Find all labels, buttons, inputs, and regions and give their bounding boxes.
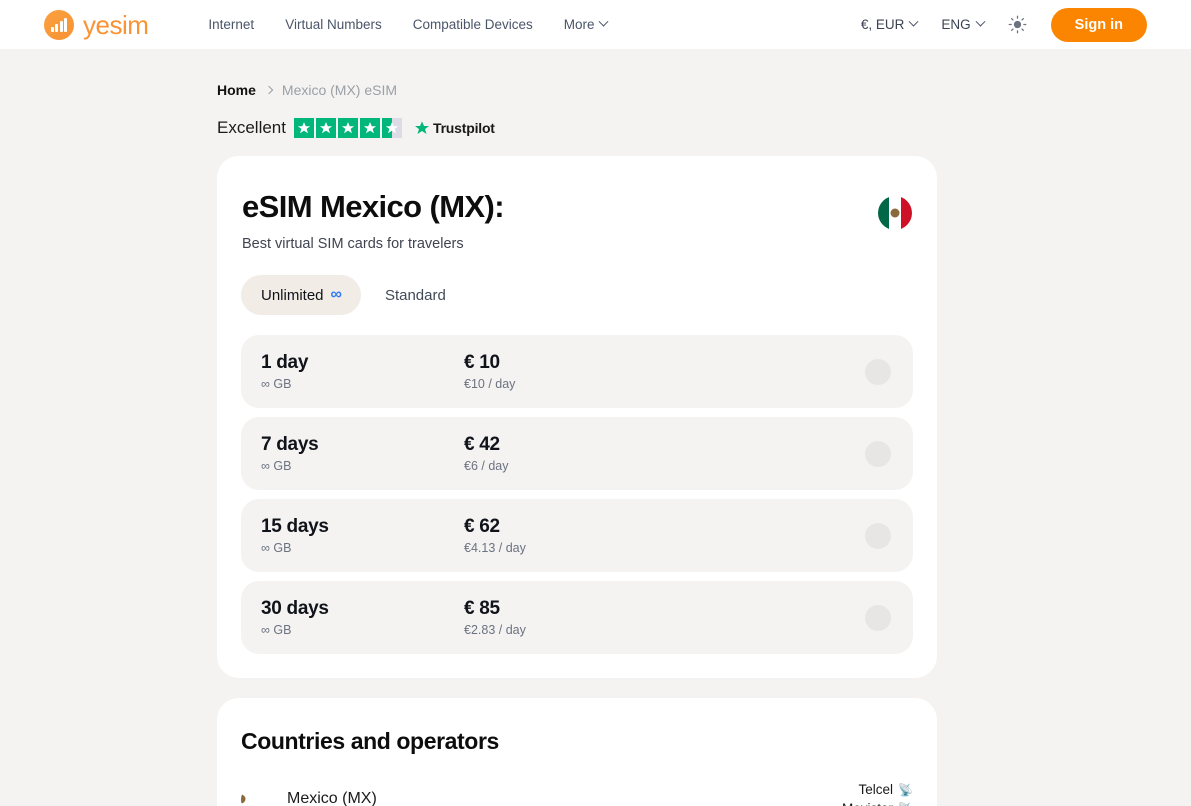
country-name: Mexico (MX) — [287, 790, 377, 806]
chevron-right-icon — [265, 86, 273, 94]
nav-item-more[interactable]: More — [564, 17, 607, 32]
plan-radio-button[interactable] — [865, 359, 891, 385]
page-title: eSIM Mexico (MX): — [242, 190, 504, 224]
header-actions: €, EUR ENG Sign in — [861, 8, 1147, 42]
plan-price-group: € 62 €4.13 / day — [464, 516, 865, 555]
countries-and-operators-card: Countries and operators Mexico (MX) Telc… — [217, 698, 937, 806]
chevron-down-icon — [909, 17, 919, 27]
breadcrumb-home-link[interactable]: Home — [217, 82, 256, 98]
plan-radio-button[interactable] — [865, 605, 891, 631]
antenna-tower-icon: 📡 — [898, 784, 913, 796]
countries-section-title: Countries and operators — [241, 728, 913, 755]
tab-unlimited[interactable]: Unlimited ∞ — [241, 275, 361, 315]
plan-price-per-day: €4.13 / day — [464, 541, 865, 555]
trustpilot-brand: Trustpilot — [414, 120, 495, 136]
language-selector[interactable]: ENG — [941, 17, 983, 32]
plan-duration-group: 15 days ∞ GB — [261, 516, 464, 555]
tab-label: Unlimited — [261, 287, 324, 304]
trustpilot-star-icon — [414, 120, 430, 136]
plan-card-header: eSIM Mexico (MX): Best virtual SIM cards… — [241, 190, 913, 252]
plan-data-amount: ∞ GB — [261, 541, 464, 555]
yesim-bars-icon — [44, 10, 74, 40]
logo-wordmark: yesim — [83, 12, 148, 38]
nav-label: Compatible Devices — [413, 17, 533, 32]
star-half-icon — [382, 118, 402, 138]
plan-list: 1 day ∞ GB € 10 €10 / day 7 days ∞ GB € … — [241, 335, 913, 654]
plan-duration: 1 day — [261, 352, 464, 374]
page-subtitle: Best virtual SIM cards for travelers — [242, 236, 504, 252]
plan-price: € 85 — [464, 598, 865, 620]
plan-row[interactable]: 7 days ∞ GB € 42 €6 / day — [241, 417, 913, 490]
language-value: ENG — [941, 17, 970, 32]
plan-price-per-day: €6 / day — [464, 459, 865, 473]
sun-icon[interactable] — [1008, 15, 1027, 34]
star-icon — [294, 118, 314, 138]
operator-list: Telcel 📡 Movistar 📡 — [842, 782, 913, 806]
plan-row[interactable]: 30 days ∞ GB € 85 €2.83 / day — [241, 581, 913, 654]
nav-item-internet[interactable]: Internet — [208, 17, 254, 32]
chevron-down-icon — [975, 17, 985, 27]
main-nav: Internet Virtual Numbers Compatible Devi… — [208, 17, 606, 32]
plan-price: € 42 — [464, 434, 865, 456]
plan-duration-group: 1 day ∞ GB — [261, 352, 464, 391]
plan-radio-button[interactable] — [865, 441, 891, 467]
plan-card-heading-group: eSIM Mexico (MX): Best virtual SIM cards… — [242, 190, 504, 252]
nav-item-compatible-devices[interactable]: Compatible Devices — [413, 17, 533, 32]
trustpilot-rating-label: Excellent — [217, 118, 286, 138]
site-header: yesim Internet Virtual Numbers Compatibl… — [0, 0, 1191, 49]
operator-item: Movistar 📡 — [842, 801, 913, 806]
breadcrumb: Home Mexico (MX) eSIM — [217, 82, 1191, 98]
nav-label: Virtual Numbers — [285, 17, 382, 32]
plan-duration-group: 7 days ∞ GB — [261, 434, 464, 473]
mexico-flag-icon — [878, 196, 912, 230]
antenna-tower-icon: 📡 — [898, 803, 913, 806]
plan-price: € 10 — [464, 352, 865, 374]
currency-selector[interactable]: €, EUR — [861, 17, 918, 32]
breadcrumb-current: Mexico (MX) eSIM — [282, 82, 397, 98]
plan-price-per-day: €10 / day — [464, 377, 865, 391]
operator-item: Telcel 📡 — [842, 782, 913, 797]
logo-link[interactable]: yesim — [44, 10, 148, 40]
plan-duration: 15 days — [261, 516, 464, 538]
chevron-down-icon — [598, 17, 608, 27]
plan-price-group: € 85 €2.83 / day — [464, 598, 865, 637]
sign-in-button[interactable]: Sign in — [1051, 8, 1147, 42]
plan-duration: 7 days — [261, 434, 464, 456]
plan-price-group: € 10 €10 / day — [464, 352, 865, 391]
infinity-icon: ∞ — [331, 286, 341, 304]
plan-data-amount: ∞ GB — [261, 623, 464, 637]
trustpilot-stars — [294, 118, 402, 138]
star-icon — [316, 118, 336, 138]
plan-price-group: € 42 €6 / day — [464, 434, 865, 473]
star-icon — [338, 118, 358, 138]
trustpilot-widget[interactable]: Excellent Trustpilot — [217, 118, 1191, 138]
plan-data-amount: ∞ GB — [261, 377, 464, 391]
page-content: Home Mexico (MX) eSIM Excellent — [0, 82, 1191, 806]
currency-value: €, EUR — [861, 17, 905, 32]
plan-data-amount: ∞ GB — [261, 459, 464, 473]
trustpilot-brand-name: Trustpilot — [433, 120, 495, 136]
operator-name: Telcel — [859, 782, 894, 797]
plan-type-tabs: Unlimited ∞ Standard — [241, 275, 913, 315]
star-icon — [360, 118, 380, 138]
esim-plan-card: eSIM Mexico (MX): Best virtual SIM cards… — [217, 156, 937, 678]
tab-label: Standard — [385, 287, 446, 304]
plan-price-per-day: €2.83 / day — [464, 623, 865, 637]
nav-label: More — [564, 17, 595, 32]
plan-row[interactable]: 1 day ∞ GB € 10 €10 / day — [241, 335, 913, 408]
plan-row[interactable]: 15 days ∞ GB € 62 €4.13 / day — [241, 499, 913, 572]
tab-standard[interactable]: Standard — [365, 276, 466, 315]
country-row: Mexico (MX) Telcel 📡 Movistar 📡 — [241, 782, 913, 806]
nav-item-virtual-numbers[interactable]: Virtual Numbers — [285, 17, 382, 32]
plan-duration-group: 30 days ∞ GB — [261, 598, 464, 637]
plan-radio-button[interactable] — [865, 523, 891, 549]
operator-name: Movistar — [842, 801, 893, 806]
plan-price: € 62 — [464, 516, 865, 538]
plan-duration: 30 days — [261, 598, 464, 620]
nav-label: Internet — [208, 17, 254, 32]
mexico-flag-icon — [241, 785, 270, 806]
